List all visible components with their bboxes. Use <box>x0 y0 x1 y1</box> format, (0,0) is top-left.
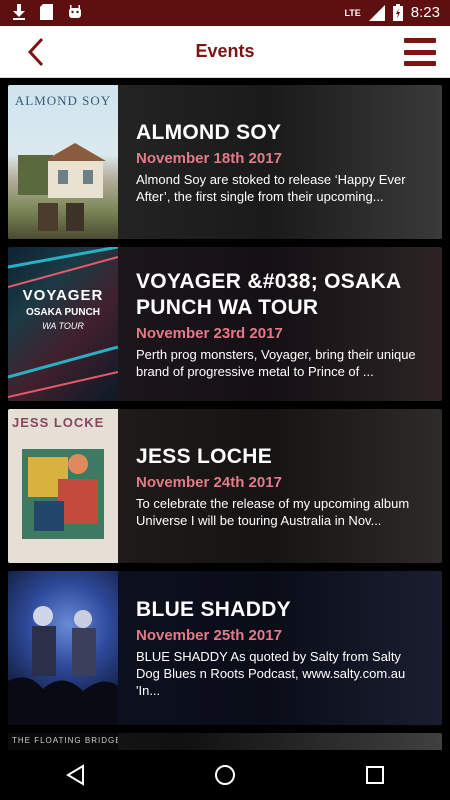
thumbnail-text: THE FLOATING BRIDGES <box>12 736 118 745</box>
circle-home-icon <box>215 765 235 785</box>
event-card[interactable]: ALMOND SOY ALMOND SOY November 18th 2017… <box>8 85 442 239</box>
event-description: Perth prog monsters, Voyager, bring thei… <box>136 346 416 379</box>
event-card[interactable]: JESS LOCKE JESS LOCHE November 24th 2017… <box>8 409 442 563</box>
menu-icon-bar <box>404 49 436 55</box>
event-date: November 18th 2017 <box>136 149 282 167</box>
event-title: JESS LOCHE <box>136 444 273 468</box>
event-description: To celebrate the release of my upcoming … <box>136 495 410 528</box>
event-title: ALMOND SOY <box>136 120 282 144</box>
event-description: BLUE SHADDY As quoted by Salty from Salt… <box>136 649 406 698</box>
event-title: BLUE SHADDY <box>136 598 291 621</box>
thumbnail-text: VOYAGER <box>22 287 104 304</box>
system-nav-bar <box>0 750 450 800</box>
thumbnail-subtext: WA TOUR <box>42 321 84 331</box>
clock: 8:23 <box>410 4 440 21</box>
nav-home-button[interactable] <box>205 755 245 795</box>
event-title: VOYAGER &#038; OSAKA PUNCH WA TOUR <box>136 269 401 319</box>
events-list[interactable]: ALMOND SOY ALMOND SOY November 18th 2017… <box>0 78 450 750</box>
thumbnail-subtext: OSAKA PUNCH <box>25 307 101 318</box>
battery-icon <box>392 4 403 21</box>
concert-photo-illustration <box>8 606 118 725</box>
event-card[interactable]: THE FLOATING BRIDGES <box>8 733 442 750</box>
event-thumbnail: JESS LOCKE <box>8 409 118 563</box>
event-card[interactable]: BLUE SHADDY November 25th 2017 BLUE SHAD… <box>8 571 442 725</box>
event-thumbnail <box>8 571 118 725</box>
event-description: Almond Soy are stoked to release ‘Happy … <box>136 171 406 204</box>
status-bar: LTE 8:23 <box>0 0 450 26</box>
nav-recents-button[interactable] <box>355 755 395 795</box>
house-illustration <box>18 143 106 231</box>
event-date: November 23rd 2017 <box>136 324 283 342</box>
abstract-art-illustration <box>22 449 104 539</box>
app-bar: Events <box>0 26 450 78</box>
android-icon <box>67 4 83 20</box>
sd-card-icon <box>40 4 53 20</box>
download-icon <box>12 4 26 20</box>
event-card[interactable]: VOYAGER OSAKA PUNCH WA TOUR VOYAGER &#03… <box>8 247 442 401</box>
event-thumbnail: VOYAGER OSAKA PUNCH WA TOUR <box>8 247 118 401</box>
menu-button[interactable] <box>404 38 436 66</box>
event-thumbnail: THE FLOATING BRIDGES <box>8 733 118 750</box>
menu-icon-bar <box>404 38 436 43</box>
triangle-back-icon <box>66 764 84 786</box>
event-date: November 24th 2017 <box>136 473 282 491</box>
signal-icon <box>368 4 385 21</box>
event-thumbnail: ALMOND SOY <box>8 85 118 239</box>
event-date: November 25th 2017 <box>136 627 282 644</box>
square-recents-icon <box>366 766 384 784</box>
nav-back-button[interactable] <box>55 755 95 795</box>
network-label: LTE <box>344 7 361 18</box>
notification-icons <box>12 4 83 20</box>
page-title: Events <box>195 41 255 61</box>
menu-icon-bar <box>404 61 436 66</box>
